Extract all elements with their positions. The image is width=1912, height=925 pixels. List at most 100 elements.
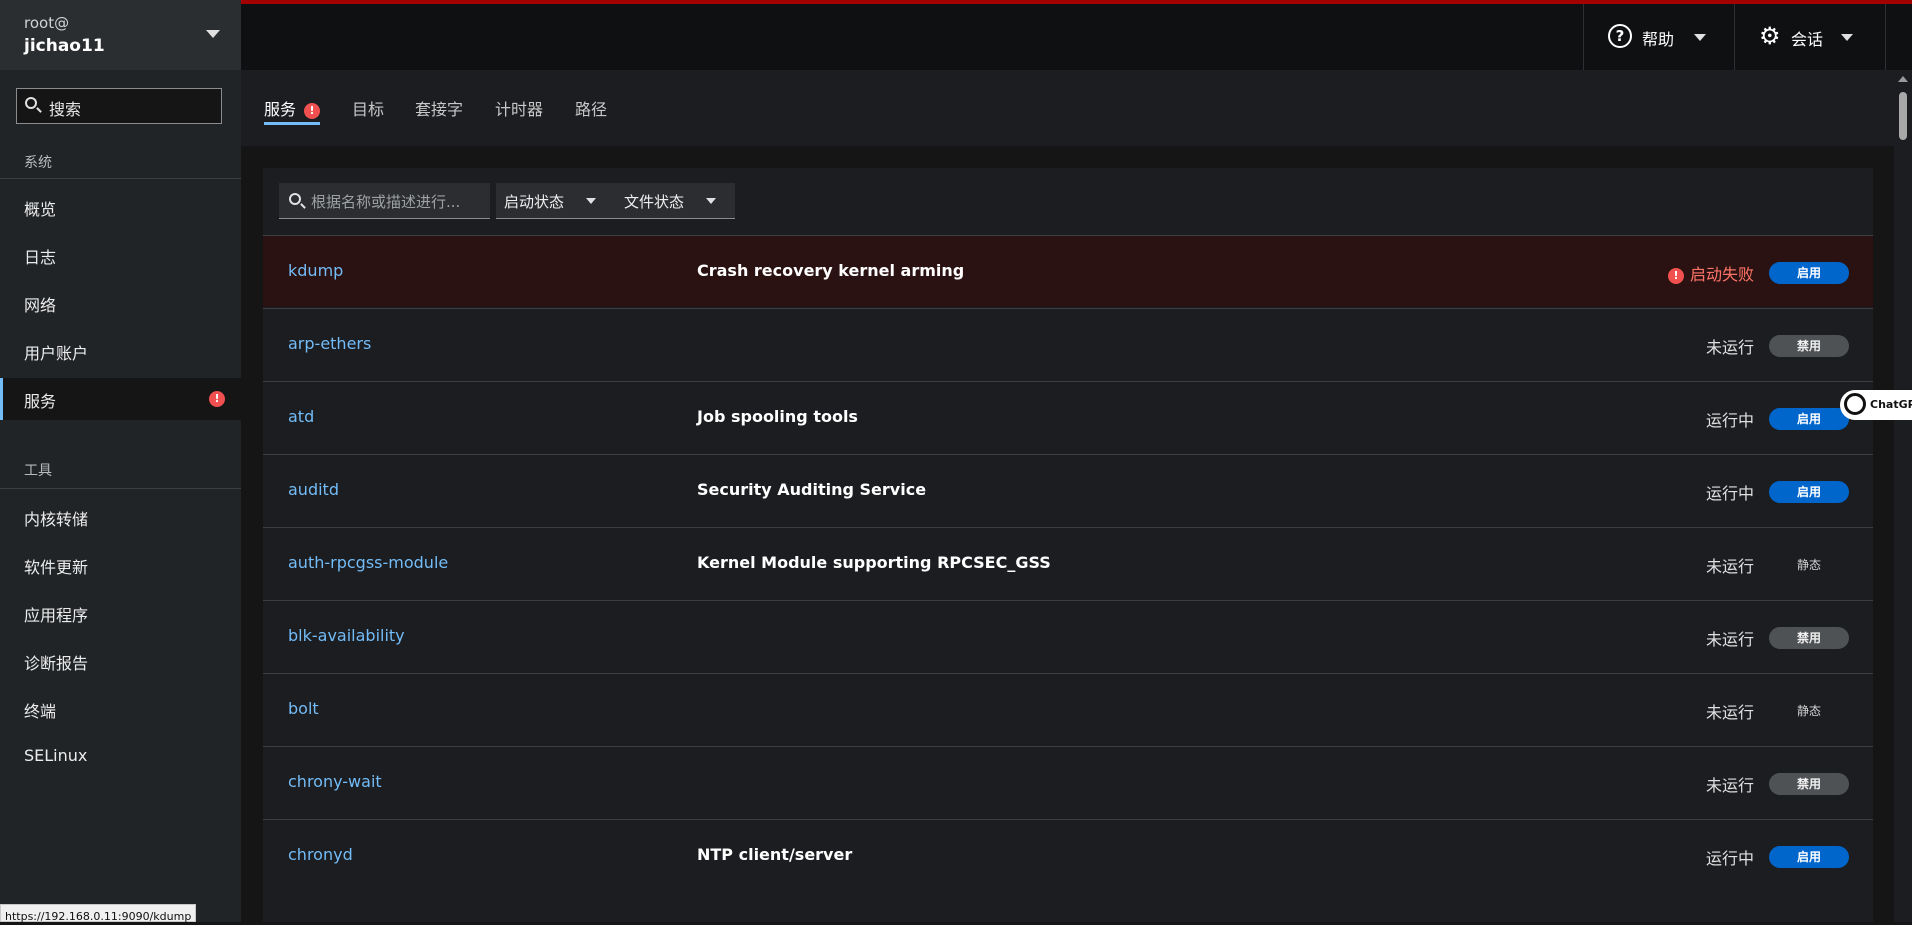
- table-row[interactable]: auth-rpcgss-module Kernel Module supporti…: [263, 527, 1873, 599]
- service-name-link[interactable]: chrony-wait: [288, 772, 382, 791]
- service-filter-input[interactable]: 根据名称或描述进行...: [279, 183, 490, 219]
- tab-paths[interactable]: 路径: [575, 96, 607, 120]
- sidebar-item-kdump[interactable]: 内核转储: [0, 496, 241, 538]
- sidebar-item-logs[interactable]: 日志: [0, 234, 241, 276]
- sidebar-item-label: 服务: [24, 392, 57, 411]
- scrollbar[interactable]: [1894, 70, 1912, 922]
- service-name-link[interactable]: auditd: [288, 480, 339, 499]
- sidebar-item-label: 概览: [24, 200, 57, 219]
- service-status-text: 运行中: [1705, 411, 1754, 430]
- sidebar-item-overview[interactable]: 概览: [0, 186, 241, 228]
- service-status-text: 运行中: [1705, 484, 1754, 503]
- sidebar-item-apps[interactable]: 应用程序: [0, 592, 241, 634]
- service-status: 未运行: [1706, 553, 1754, 577]
- service-status-text: 未运行: [1705, 630, 1754, 649]
- scroll-thumb[interactable]: [1899, 92, 1907, 140]
- service-status: 未运行: [1706, 626, 1754, 650]
- chevron-down-icon: [206, 30, 220, 38]
- service-status-text: 启动失败: [1689, 265, 1754, 284]
- error-icon: !: [304, 103, 321, 119]
- chatgpt-label: ChatGPT: [1870, 398, 1912, 411]
- service-status: 运行中: [1706, 480, 1754, 504]
- host-switcher[interactable]: root@ jichao11: [0, 0, 241, 70]
- table-row[interactable]: bolt 未运行 静态: [263, 673, 1873, 745]
- help-label: 帮助: [1642, 30, 1675, 49]
- service-description: Security Auditing Service: [697, 480, 927, 499]
- state-badge: 禁用: [1769, 335, 1849, 357]
- chevron-down-icon: [1694, 34, 1706, 41]
- state-badge: 启用: [1769, 262, 1849, 284]
- top-bar: ? 帮助 ⚙ 会话: [241, 0, 1912, 70]
- startup-state-dropdown[interactable]: 启动状态: [496, 183, 614, 219]
- sidebar-item-networking[interactable]: 网络: [0, 282, 241, 324]
- service-name-link[interactable]: auth-rpcgss-module: [288, 553, 448, 572]
- active-tab-indicator: [264, 122, 320, 125]
- chatgpt-floating-button[interactable]: ChatGPT: [1840, 390, 1912, 420]
- sidebar-item-label: 应用程序: [24, 606, 89, 625]
- divider: [1885, 4, 1886, 70]
- service-name-link[interactable]: chronyd: [288, 845, 353, 864]
- link-status-bar: https://192.168.0.11:9090/kdump: [0, 904, 197, 923]
- gear-icon: ⚙: [1759, 22, 1781, 50]
- sidebar-item-label: SELinux: [24, 746, 88, 765]
- sidebar-item-accounts[interactable]: 用户账户: [0, 330, 241, 372]
- table-row[interactable]: kdump Crash recovery kernel arming! 启动失败 启用: [263, 235, 1873, 307]
- chevron-down-icon: [706, 198, 716, 204]
- service-status: 运行中: [1706, 407, 1754, 431]
- sidebar-item-sos-report[interactable]: 诊断报告: [0, 640, 241, 682]
- service-status: 未运行: [1706, 334, 1754, 358]
- service-name-link[interactable]: bolt: [288, 699, 319, 718]
- table-row[interactable]: atd Job spooling tools 运行中 启用: [263, 381, 1873, 453]
- section-system-title: 系统: [24, 155, 52, 171]
- service-status: ! 启动失败: [1667, 261, 1754, 285]
- session-label: 会话: [1791, 30, 1824, 49]
- table-row[interactable]: auditd Security Auditing Service 运行中 启用: [263, 454, 1873, 526]
- service-name-link[interactable]: atd: [288, 407, 314, 426]
- sidebar-item-label: 日志: [24, 248, 57, 267]
- table-row[interactable]: blk-availability 未运行 禁用: [263, 600, 1873, 672]
- help-menu-button[interactable]: ? 帮助: [1584, 4, 1734, 70]
- service-status-text: 未运行: [1705, 557, 1754, 576]
- search-icon: [25, 97, 37, 109]
- sidebar-item-terminal[interactable]: 终端: [0, 688, 241, 730]
- chevron-down-icon: [1841, 34, 1853, 41]
- file-state-dropdown[interactable]: 文件状态: [614, 183, 735, 219]
- sidebar-item-services[interactable]: 服务 !: [0, 378, 241, 420]
- scroll-up-icon[interactable]: [1898, 76, 1908, 82]
- tab-targets[interactable]: 目标: [352, 96, 384, 120]
- sidebar-item-selinux[interactable]: SELinux: [0, 736, 241, 778]
- table-row[interactable]: chrony-wait 未运行 禁用: [263, 746, 1873, 818]
- state-badge: 启用: [1769, 408, 1849, 430]
- service-description: Job spooling tools: [697, 407, 858, 426]
- service-name-link[interactable]: blk-availability: [288, 626, 405, 645]
- table-row[interactable]: arp-ethers 未运行 禁用: [263, 308, 1873, 380]
- tab-services[interactable]: 服务!: [264, 96, 321, 120]
- sidebar-item-updates[interactable]: 软件更新: [0, 544, 241, 586]
- service-status: 未运行: [1706, 772, 1754, 796]
- state-badge: 静态: [1796, 558, 1821, 572]
- search-icon: [289, 193, 301, 205]
- service-status: 未运行: [1706, 699, 1754, 723]
- service-name-link[interactable]: arp-ethers: [288, 334, 371, 353]
- chevron-down-icon: [586, 198, 596, 204]
- sidebar-item-label: 网络: [24, 296, 57, 315]
- service-status-text: 运行中: [1705, 849, 1754, 868]
- tab-sockets[interactable]: 套接字: [415, 96, 463, 120]
- service-description: Kernel Module supporting RPCSEC_GSS: [697, 553, 1051, 572]
- state-badge: 禁用: [1769, 627, 1849, 649]
- sidebar-search-input[interactable]: 搜索: [16, 88, 222, 124]
- help-icon: ?: [1608, 24, 1632, 48]
- host-user: root@: [24, 14, 70, 32]
- session-menu-button[interactable]: ⚙ 会话: [1735, 4, 1885, 70]
- service-status: 运行中: [1706, 845, 1754, 869]
- sidebar: root@ jichao11 搜索 系统 概览 日志 网络 用户账户 服务 ! …: [0, 0, 241, 922]
- tab-label: 服务: [264, 100, 297, 119]
- table-row[interactable]: chronyd NTP client/server 运行中 启用: [263, 819, 1873, 891]
- service-name-link[interactable]: kdump: [288, 261, 343, 280]
- sidebar-item-label: 终端: [24, 702, 57, 721]
- filter-placeholder: 根据名称或描述进行...: [311, 193, 461, 211]
- state-badge: 启用: [1769, 481, 1849, 503]
- sidebar-item-label: 内核转储: [24, 510, 89, 529]
- tab-timers[interactable]: 计时器: [495, 96, 543, 120]
- state-badge: 静态: [1796, 704, 1821, 718]
